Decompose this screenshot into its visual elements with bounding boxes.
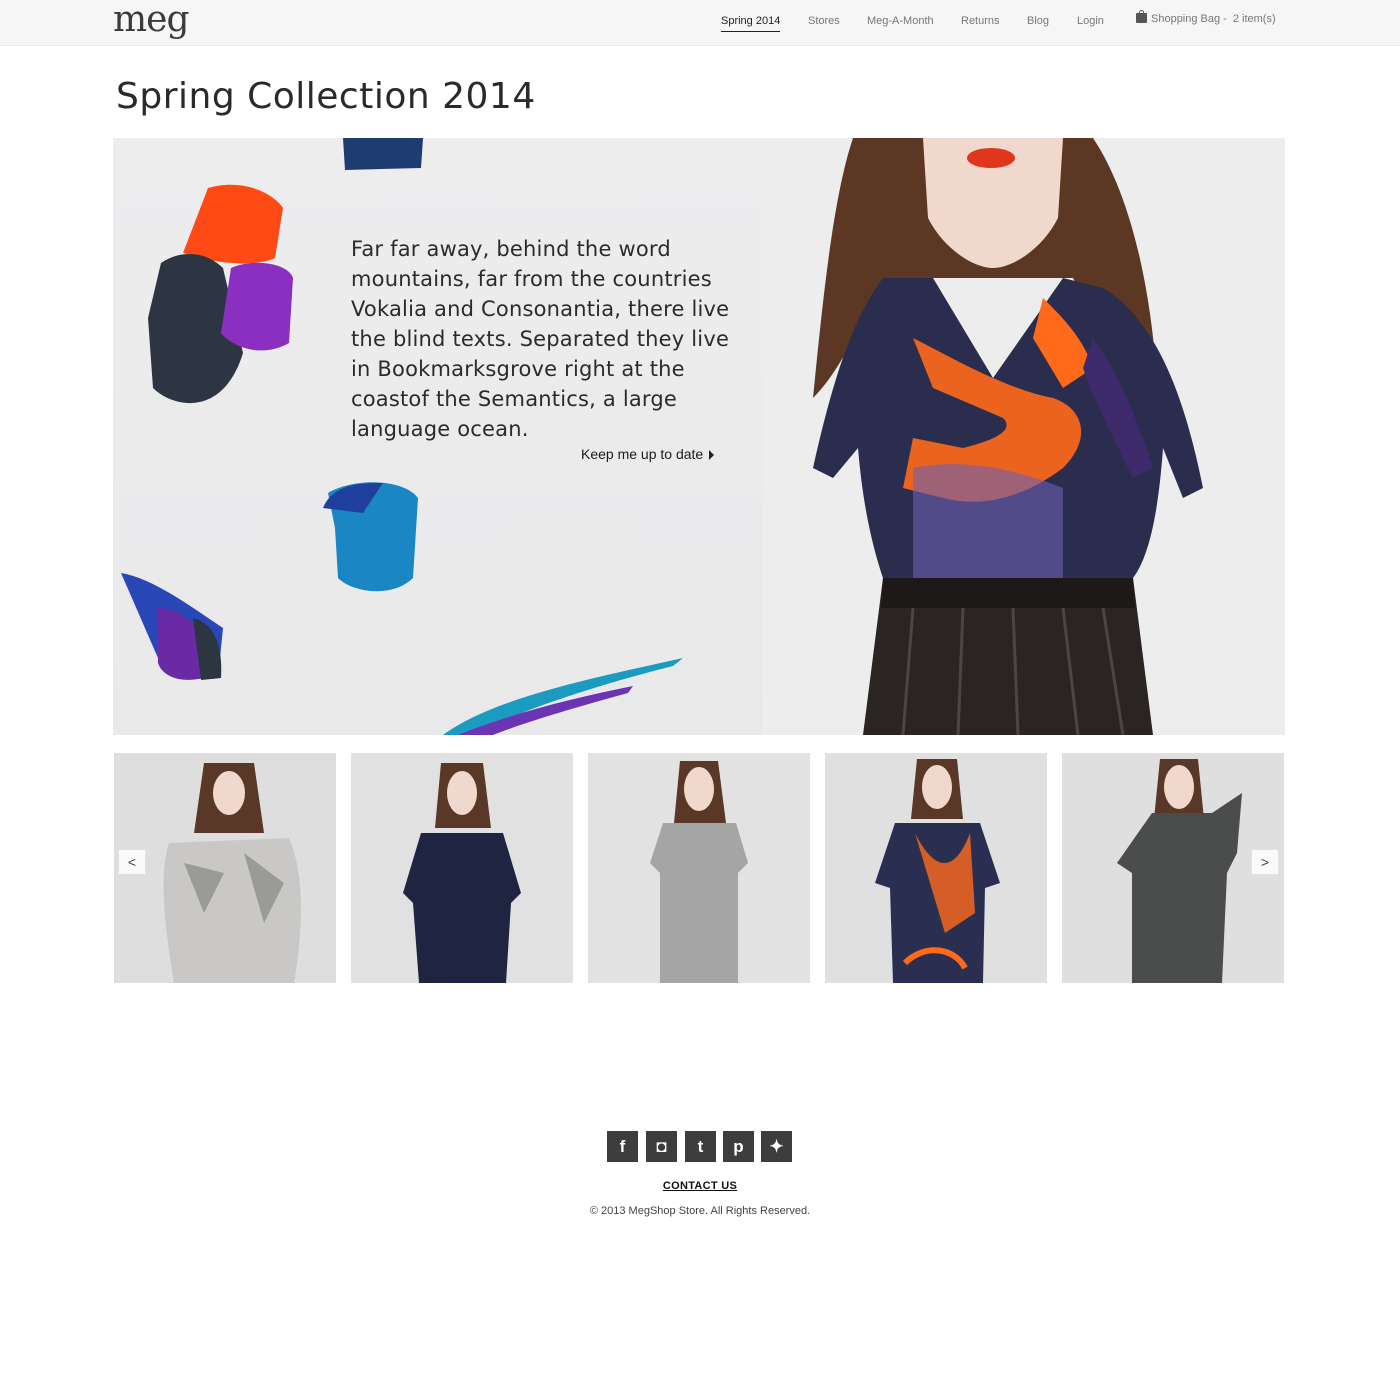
nav-returns[interactable]: Returns bbox=[961, 14, 1000, 28]
page-title: Spring Collection 2014 bbox=[116, 76, 536, 117]
top-bar: meg Spring 2014 Stores Meg-A-Month Retur… bbox=[0, 0, 1400, 46]
pinterest-icon[interactable]: p bbox=[723, 1131, 754, 1162]
contact-us-row: CONTACT US bbox=[0, 1180, 1400, 1192]
hero-model-photo bbox=[763, 138, 1285, 735]
nav-login[interactable]: Login bbox=[1077, 14, 1104, 28]
nav-meg-a-month[interactable]: Meg-A-Month bbox=[867, 14, 934, 28]
nav-blog[interactable]: Blog bbox=[1027, 14, 1049, 28]
cta-label: Keep me up to date bbox=[581, 446, 704, 462]
nav-stores[interactable]: Stores bbox=[808, 14, 840, 28]
keep-me-up-to-date-link[interactable]: Keep me up to date bbox=[581, 446, 715, 462]
caret-right-icon bbox=[709, 450, 715, 460]
facebook-icon[interactable]: f bbox=[607, 1131, 638, 1162]
product-thumb[interactable] bbox=[825, 753, 1047, 983]
hero-text: Far far away, behind the word mountains,… bbox=[351, 237, 730, 441]
nav-spring-2014[interactable]: Spring 2014 bbox=[721, 14, 781, 32]
shopping-bag-label: Shopping Bag - bbox=[1151, 13, 1227, 25]
shopping-bag-icon bbox=[1136, 10, 1147, 23]
tumblr-icon[interactable]: t bbox=[685, 1131, 716, 1162]
twitter-icon[interactable]: ✦ bbox=[761, 1131, 792, 1162]
hero-banner: Far far away, behind the word mountains,… bbox=[113, 138, 1285, 735]
shopping-bag-link[interactable]: Shopping Bag - 2 item(s) bbox=[1136, 10, 1276, 25]
product-carousel: < > bbox=[113, 753, 1285, 985]
carousel-prev-button[interactable]: < bbox=[118, 849, 146, 875]
carousel-next-button[interactable]: > bbox=[1251, 849, 1279, 875]
shopping-bag-count: 2 item(s) bbox=[1232, 13, 1276, 25]
product-thumb[interactable] bbox=[588, 753, 810, 983]
product-thumb[interactable] bbox=[114, 753, 336, 983]
social-links: f ◘ t p ✦ bbox=[607, 1131, 793, 1162]
product-thumb[interactable] bbox=[351, 753, 573, 983]
copyright: © 2013 MegShop Store. All Rights Reserve… bbox=[589, 1205, 811, 1217]
contact-us-link[interactable]: CONTACT US bbox=[663, 1180, 737, 1192]
instagram-icon[interactable]: ◘ bbox=[646, 1131, 677, 1162]
